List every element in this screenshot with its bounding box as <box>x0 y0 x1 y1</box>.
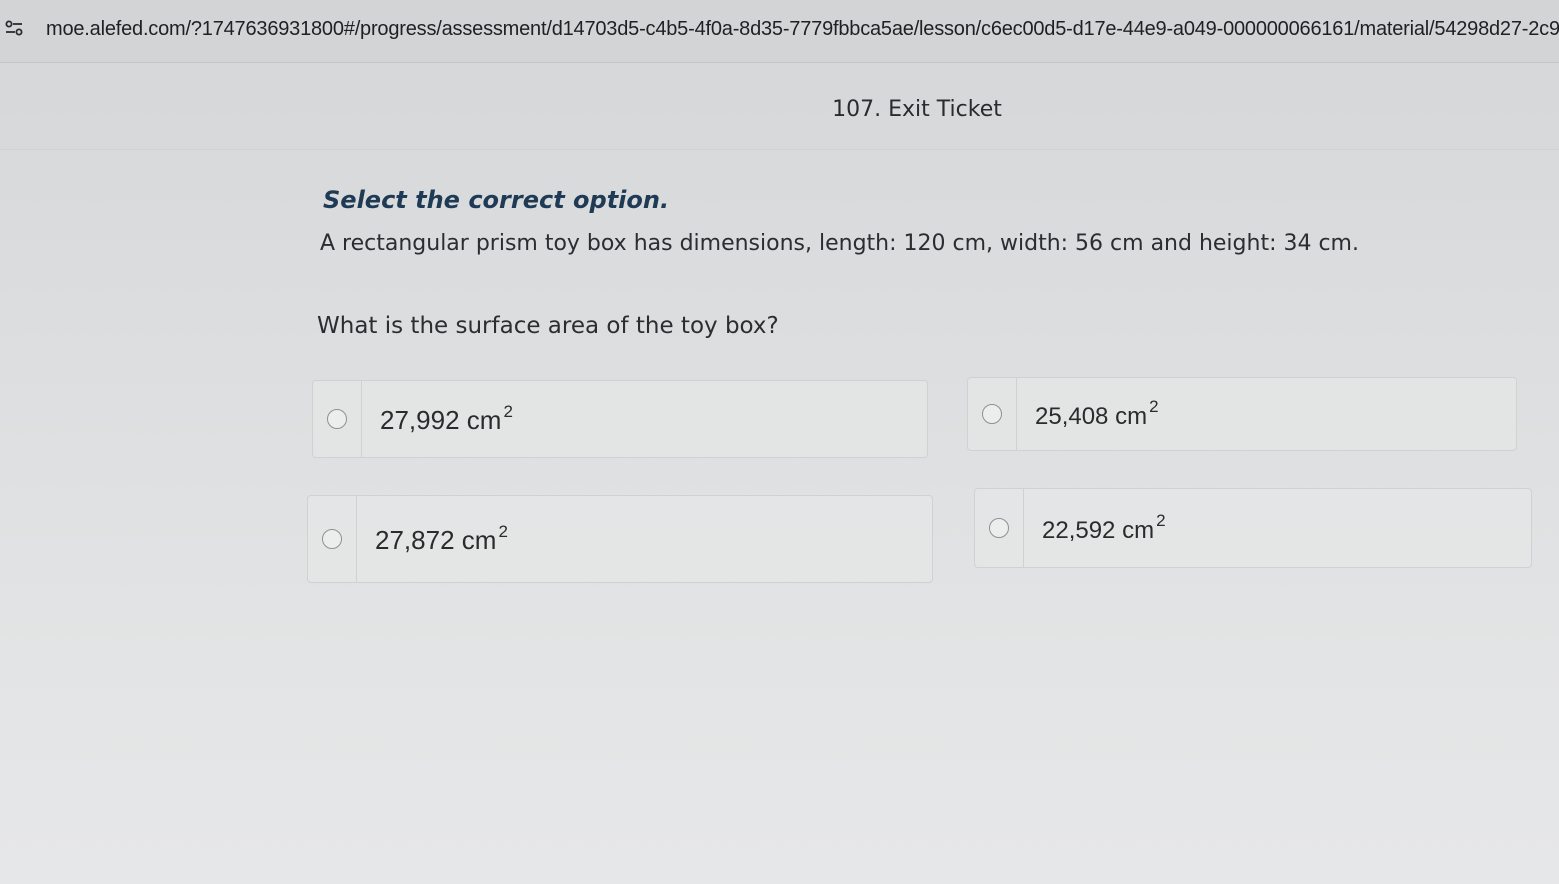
radio-button[interactable] <box>982 404 1002 424</box>
answer-option-label: 22,592 cm 2 <box>1042 511 1166 545</box>
page-title: 107. Exit Ticket <box>832 97 1002 122</box>
answer-exponent: 2 <box>1149 397 1159 416</box>
radio-cell <box>968 378 1017 450</box>
answer-exponent: 2 <box>498 522 508 541</box>
answer-unit: cm <box>1122 517 1155 544</box>
question-text: A rectangular prism toy box has dimensio… <box>320 231 1359 256</box>
answer-value: 27,992 <box>380 405 460 435</box>
answer-option-4[interactable]: 22,592 cm 2 <box>974 488 1532 568</box>
answer-exponent: 2 <box>1156 511 1166 530</box>
answer-value: 27,872 <box>375 525 455 555</box>
answer-unit: cm <box>1115 403 1148 430</box>
answer-unit: cm <box>461 525 497 555</box>
answer-value: 22,592 <box>1042 517 1116 544</box>
question-instruction: Select the correct option. <box>323 186 670 214</box>
answer-option-2[interactable]: 25,408 cm 2 <box>967 377 1517 451</box>
answer-option-label: 27,872 cm 2 <box>375 522 508 556</box>
answer-unit: cm <box>466 405 502 435</box>
radio-button[interactable] <box>327 409 347 429</box>
radio-cell <box>313 381 362 457</box>
radio-button[interactable] <box>322 529 342 549</box>
radio-button[interactable] <box>989 518 1009 538</box>
question-prompt: What is the surface area of the toy box? <box>317 313 779 339</box>
answer-exponent: 2 <box>503 402 513 421</box>
answer-option-1[interactable]: 27,992 cm 2 <box>312 380 928 458</box>
answer-option-label: 27,992 cm 2 <box>380 402 513 436</box>
answer-value: 25,408 <box>1035 403 1109 430</box>
url-text[interactable]: moe.alefed.com/?1747636931800#/progress/… <box>46 18 1559 41</box>
radio-cell <box>308 496 357 582</box>
answer-option-3[interactable]: 27,872 cm 2 <box>307 495 933 583</box>
radio-cell <box>975 489 1024 567</box>
site-settings-icon[interactable] <box>4 20 24 38</box>
browser-address-bar[interactable]: moe.alefed.com/?1747636931800#/progress/… <box>0 0 1559 63</box>
answer-option-label: 25,408 cm 2 <box>1035 397 1159 431</box>
